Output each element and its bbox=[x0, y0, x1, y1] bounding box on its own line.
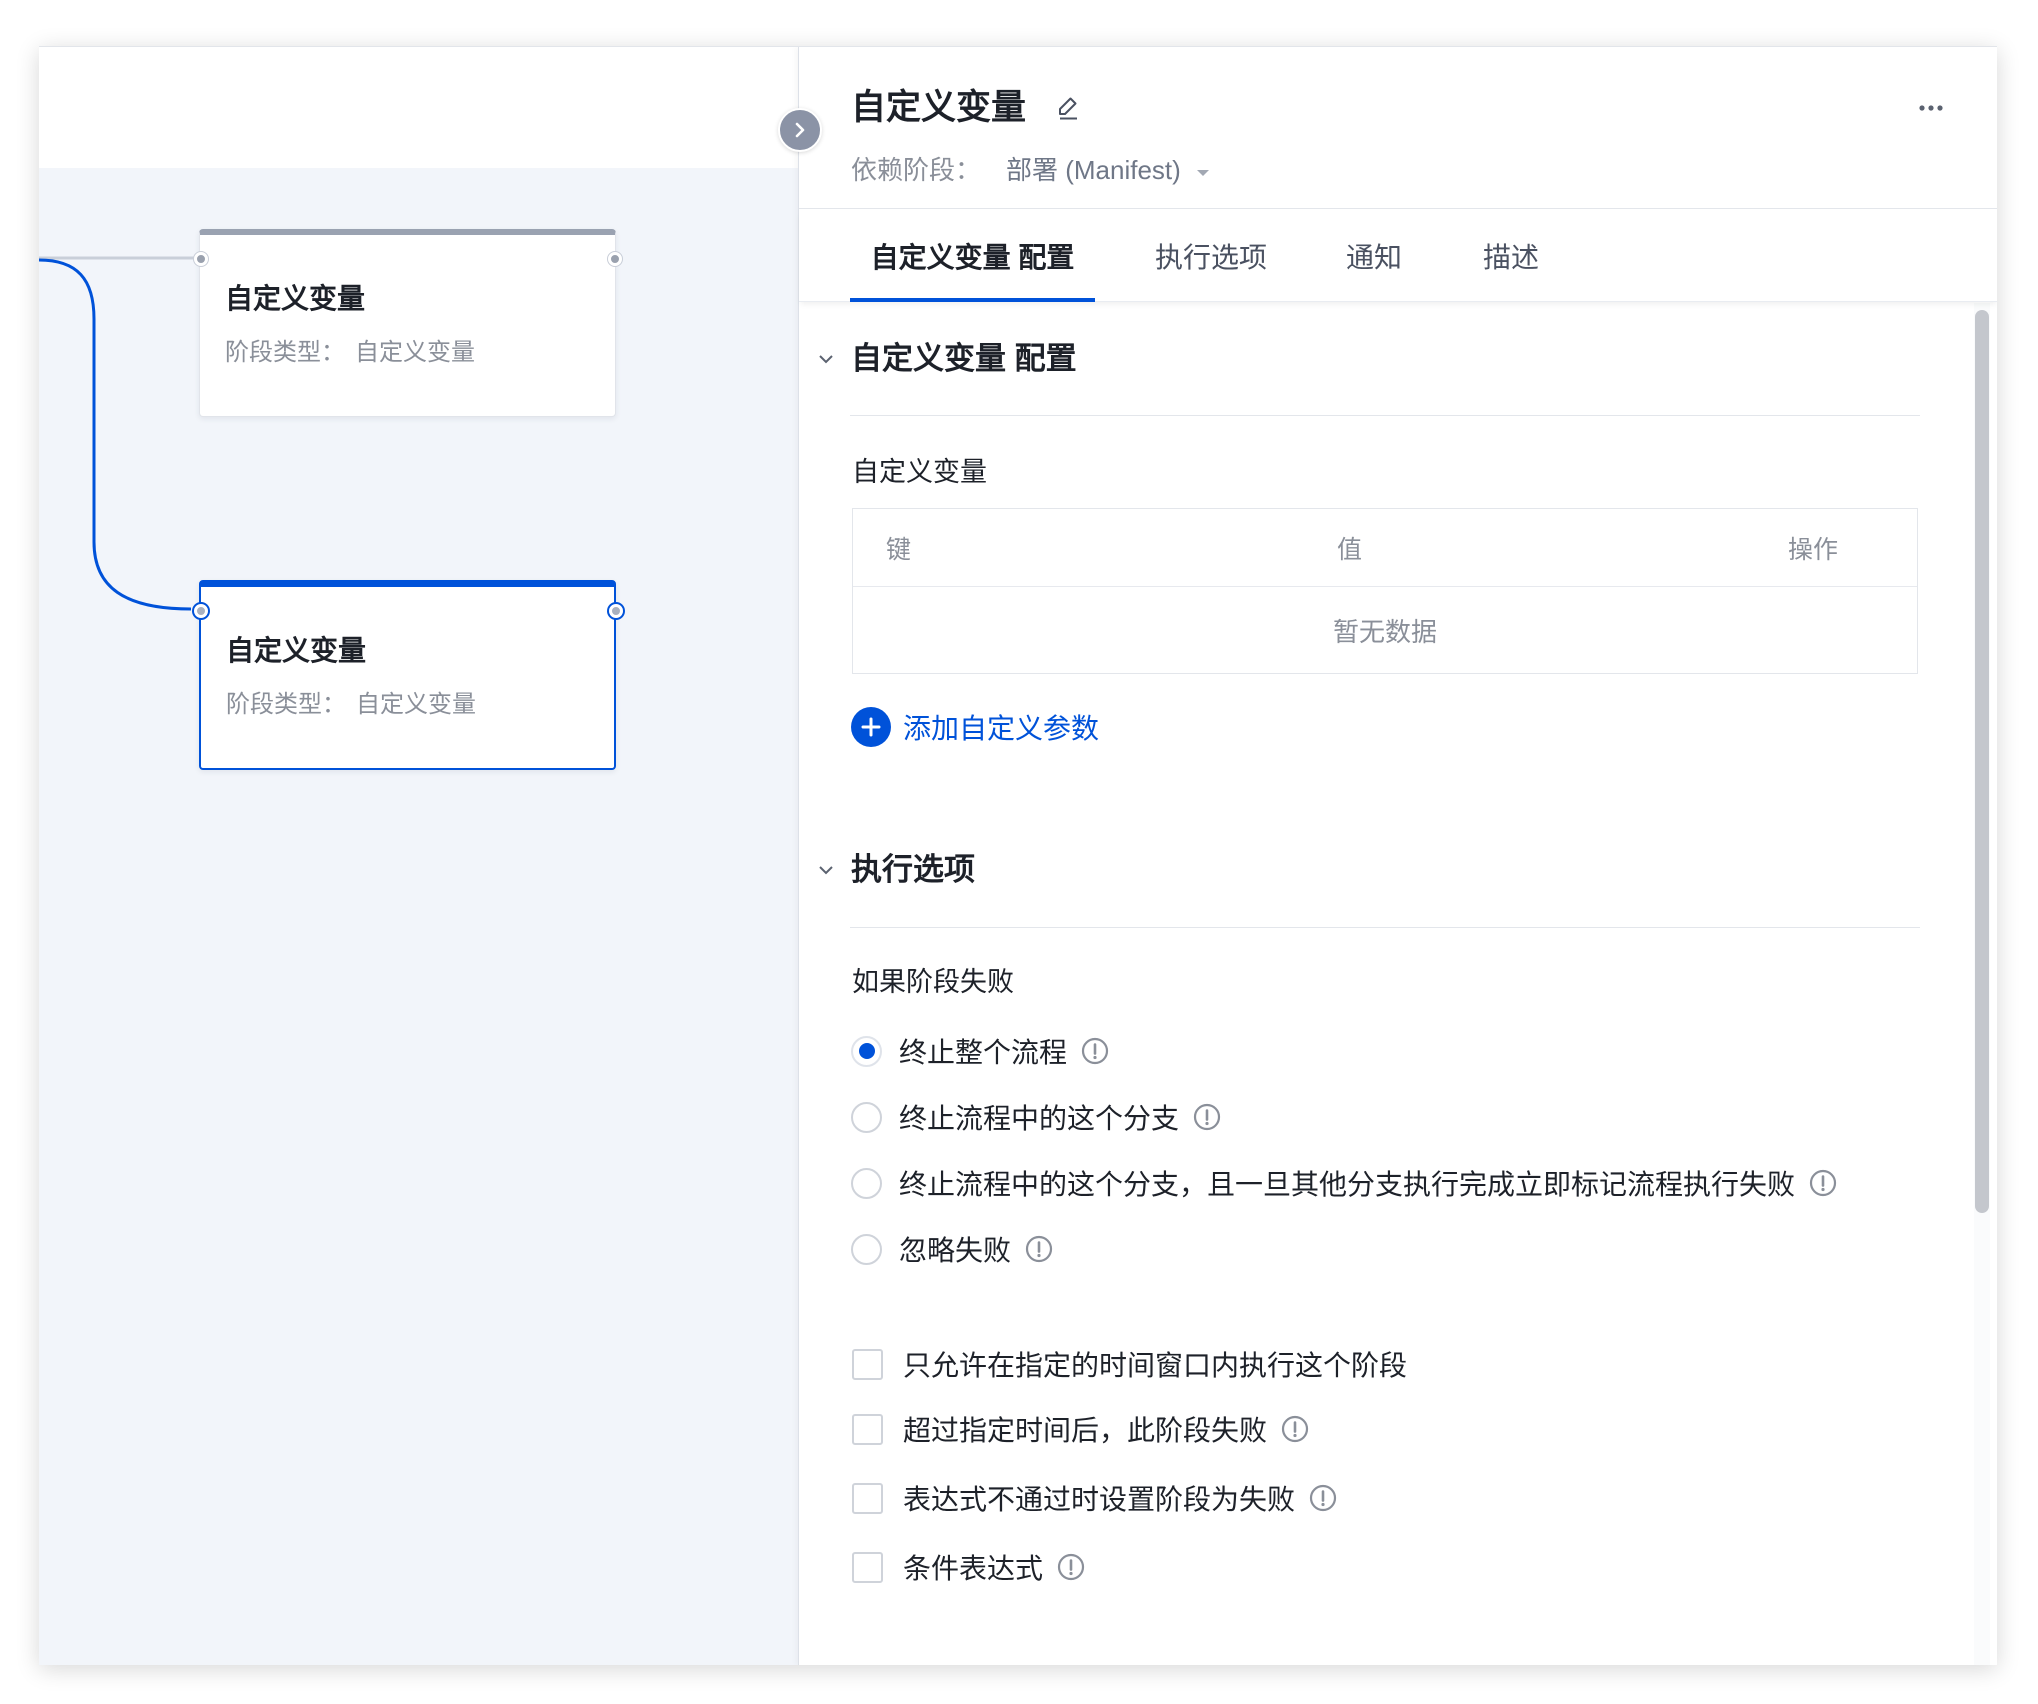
checkbox[interactable] bbox=[852, 1413, 883, 1445]
section-divider bbox=[850, 927, 1920, 928]
checkbox[interactable] bbox=[852, 1551, 883, 1583]
dependency-label: 依赖阶段： bbox=[851, 155, 982, 185]
panel-content[interactable]: 自定义变量 配置 自定义变量 键 值 操作 暂无数据 添加自定义参数 执行选项 … bbox=[799, 303, 1997, 1665]
column-actions: 操作 bbox=[1788, 535, 1839, 564]
column-value: 值 bbox=[1337, 535, 1363, 564]
more-horizontal-icon[interactable] bbox=[1918, 104, 1944, 112]
caret-down-icon bbox=[1196, 170, 1209, 176]
info-icon[interactable] bbox=[1025, 1235, 1053, 1263]
stage-node-title: 自定义变量 bbox=[226, 635, 367, 666]
checkbox-option-expression-fail[interactable]: 表达式不通过时设置阶段为失败 bbox=[852, 1480, 1337, 1516]
checkbox[interactable] bbox=[852, 1348, 883, 1380]
table-header: 键 值 操作 bbox=[853, 509, 1917, 587]
radio-button[interactable] bbox=[851, 1167, 882, 1199]
checkbox-label: 条件表达式 bbox=[903, 1553, 1044, 1584]
app-window: 自定义变量 阶段类型： 自定义变量 自定义变量 阶段类型： 自定义变量 自定义变量 bbox=[39, 46, 1997, 1665]
stage-node[interactable]: 自定义变量 阶段类型： 自定义变量 bbox=[199, 229, 616, 417]
checkbox-option-time-window[interactable]: 只允许在指定的时间窗口内执行这个阶段 bbox=[852, 1346, 1407, 1382]
radio-label: 终止流程中的这个分支 bbox=[899, 1103, 1180, 1134]
panel-tabs: 自定义变量 配置 执行选项 通知 描述 bbox=[799, 209, 1997, 302]
stage-input-port[interactable] bbox=[194, 252, 208, 266]
section-heading-variables[interactable]: 自定义变量 配置 bbox=[851, 339, 1077, 379]
chevron-down-icon[interactable] bbox=[818, 354, 834, 364]
radio-option-stop-pipeline[interactable]: 终止整个流程 bbox=[851, 1033, 1109, 1069]
stage-node-type: 阶段类型： 自定义变量 bbox=[226, 689, 476, 721]
checkbox[interactable] bbox=[852, 1482, 883, 1514]
stage-output-port[interactable] bbox=[609, 604, 623, 618]
radio-button[interactable] bbox=[851, 1233, 882, 1265]
radio-label: 终止整个流程 bbox=[899, 1037, 1068, 1068]
pencil-icon[interactable] bbox=[1055, 95, 1081, 121]
dependency-value: 部署 (Manifest) bbox=[1006, 155, 1181, 185]
section-divider bbox=[850, 415, 1920, 416]
radio-option-ignore-failure[interactable]: 忽略失败 bbox=[851, 1231, 1053, 1267]
stage-node-title: 自定义变量 bbox=[225, 283, 366, 314]
stage-type-label: 阶段类型： bbox=[226, 691, 346, 718]
checkbox-label: 表达式不通过时设置阶段为失败 bbox=[903, 1484, 1296, 1515]
radio-option-stop-branch[interactable]: 终止流程中的这个分支 bbox=[851, 1099, 1221, 1135]
checkbox-option-timeout[interactable]: 超过指定时间后，此阶段失败 bbox=[852, 1411, 1309, 1447]
panel-title: 自定义变量 bbox=[851, 88, 1027, 127]
radio-label: 终止流程中的这个分支，且一旦其他分支执行完成立即标记流程执行失败 bbox=[899, 1169, 1796, 1200]
tab-variables-config[interactable]: 自定义变量 配置 bbox=[850, 209, 1095, 302]
table-body: 暂无数据 bbox=[853, 587, 1917, 673]
stage-node-selected[interactable]: 自定义变量 阶段类型： 自定义变量 bbox=[199, 580, 616, 770]
stage-node-type: 阶段类型： 自定义变量 bbox=[225, 337, 475, 369]
info-icon[interactable] bbox=[1193, 1103, 1221, 1131]
chevron-down-icon[interactable] bbox=[818, 865, 834, 875]
info-icon[interactable] bbox=[1057, 1553, 1085, 1581]
variables-field-label: 自定义变量 bbox=[852, 457, 987, 487]
chevron-right-icon bbox=[795, 122, 805, 138]
tab-description[interactable]: 描述 bbox=[1446, 209, 1576, 302]
plus-circle-icon bbox=[851, 707, 891, 747]
info-icon[interactable] bbox=[1809, 1169, 1837, 1197]
collapse-panel-button[interactable] bbox=[778, 108, 822, 152]
failure-behavior-label: 如果阶段失败 bbox=[852, 967, 1014, 997]
variables-table: 键 值 操作 暂无数据 bbox=[852, 508, 1918, 674]
connection-to-stage-2 bbox=[39, 258, 192, 611]
radio-label: 忽略失败 bbox=[899, 1235, 1012, 1266]
stage-detail-panel: 自定义变量 依赖阶段： 部署 (Manifest) 自定义变量 配置 执行选项 … bbox=[798, 47, 1997, 1665]
stage-output-port[interactable] bbox=[608, 252, 622, 266]
checkbox-option-conditional-expression[interactable]: 条件表达式 bbox=[852, 1549, 1085, 1585]
tab-execution-options[interactable]: 执行选项 bbox=[1146, 209, 1276, 302]
add-custom-parameter-button[interactable]: 添加自定义参数 bbox=[851, 707, 1099, 747]
section-heading-execution[interactable]: 执行选项 bbox=[851, 850, 975, 890]
pipeline-canvas[interactable]: 自定义变量 阶段类型： 自定义变量 自定义变量 阶段类型： 自定义变量 bbox=[39, 47, 798, 1665]
scrollbar-thumb[interactable] bbox=[1975, 310, 1989, 1213]
stage-type-value: 自定义变量 bbox=[356, 691, 476, 718]
stage-type-label: 阶段类型： bbox=[225, 339, 345, 366]
dependency-select[interactable]: 部署 (Manifest) bbox=[1006, 153, 1211, 187]
empty-state-text: 暂无数据 bbox=[1332, 616, 1437, 647]
info-icon[interactable] bbox=[1081, 1037, 1109, 1065]
tab-notifications[interactable]: 通知 bbox=[1309, 209, 1439, 302]
add-custom-parameter-label: 添加自定义参数 bbox=[903, 713, 1100, 744]
radio-button[interactable] bbox=[851, 1035, 882, 1067]
radio-button[interactable] bbox=[851, 1101, 882, 1133]
info-icon[interactable] bbox=[1309, 1484, 1337, 1512]
checkbox-label: 超过指定时间后，此阶段失败 bbox=[903, 1415, 1268, 1446]
stage-type-value: 自定义变量 bbox=[355, 339, 475, 366]
column-key: 键 bbox=[886, 535, 912, 564]
plus-icon bbox=[861, 717, 881, 737]
stage-input-port[interactable] bbox=[194, 604, 208, 618]
info-icon[interactable] bbox=[1281, 1415, 1309, 1443]
checkbox-label: 只允许在指定的时间窗口内执行这个阶段 bbox=[903, 1350, 1408, 1381]
radio-option-stop-branch-mark-failed[interactable]: 终止流程中的这个分支，且一旦其他分支执行完成立即标记流程执行失败 bbox=[851, 1165, 1837, 1201]
